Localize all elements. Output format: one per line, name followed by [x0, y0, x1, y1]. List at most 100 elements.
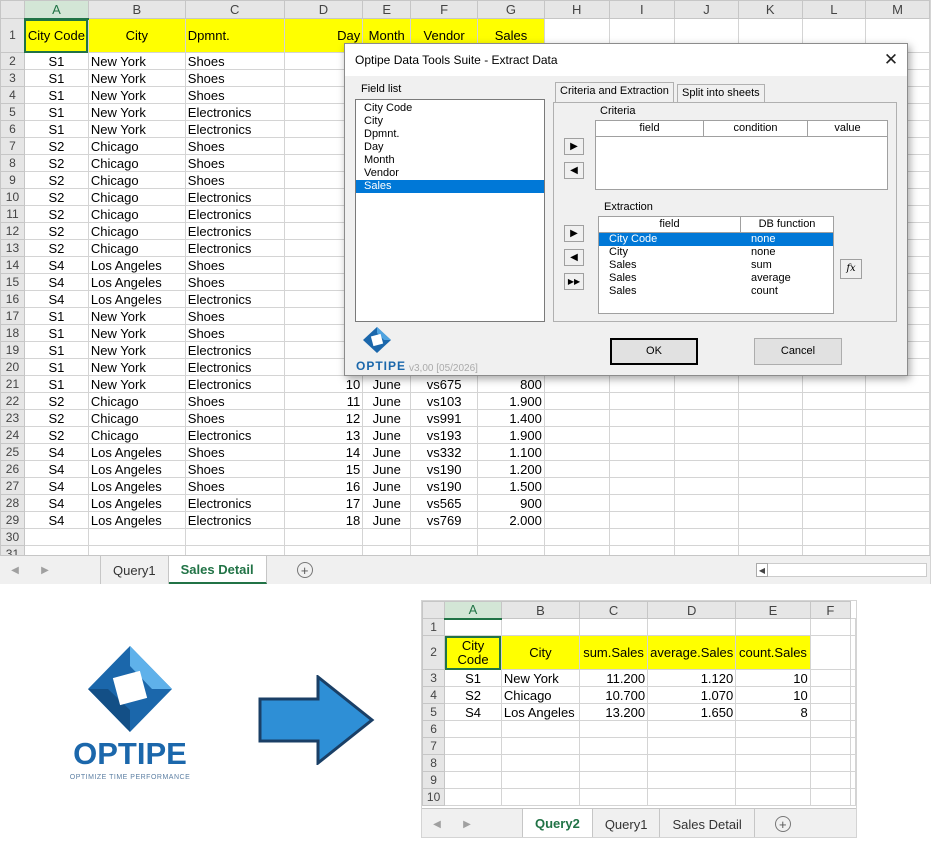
cell[interactable]: Los Angeles [87, 511, 186, 529]
cell[interactable] [801, 375, 867, 393]
cell[interactable] [647, 771, 737, 789]
cell[interactable] [444, 788, 502, 806]
cell[interactable] [674, 477, 739, 495]
cell[interactable]: vs190 [410, 477, 479, 495]
cell[interactable] [809, 771, 852, 789]
cell[interactable] [674, 494, 739, 512]
extraction-row[interactable]: City none [599, 246, 833, 259]
cell[interactable]: S1 [23, 69, 89, 87]
cell[interactable] [737, 443, 803, 461]
cell[interactable] [543, 375, 610, 393]
cell[interactable] [865, 443, 930, 461]
cell[interactable] [674, 375, 739, 393]
cell[interactable] [737, 392, 803, 410]
cell[interactable] [850, 686, 856, 704]
cell[interactable] [737, 426, 803, 444]
cell[interactable]: Los Angeles [87, 494, 186, 512]
header-cell[interactable]: City Code [23, 18, 89, 53]
cell[interactable]: S2 [23, 426, 89, 444]
cell[interactable]: Shoes [184, 477, 285, 495]
cell[interactable]: S4 [23, 273, 89, 291]
cell[interactable] [578, 788, 649, 806]
tab-split-into-sheets[interactable]: Split into sheets [677, 84, 765, 102]
cell[interactable] [410, 528, 479, 546]
field-list-item[interactable]: City [356, 115, 544, 128]
criteria-table[interactable]: field condition value [595, 120, 888, 190]
cell[interactable]: S1 [23, 358, 89, 376]
cell[interactable] [674, 443, 739, 461]
column-header[interactable]: B [500, 601, 581, 619]
row-number[interactable]: 30 [0, 528, 25, 546]
cell[interactable]: Electronics [184, 290, 285, 308]
column-header[interactable]: H [543, 0, 610, 19]
cell[interactable]: Chicago [87, 239, 186, 257]
row-number[interactable]: 22 [0, 392, 25, 410]
cell[interactable]: Shoes [184, 69, 285, 87]
cell[interactable] [578, 754, 649, 772]
cell[interactable] [608, 460, 676, 478]
row-number[interactable]: 6 [0, 120, 25, 138]
tab-scroll-right-icon[interactable]: ▶ [452, 809, 482, 837]
cell[interactable] [444, 754, 502, 772]
row-number[interactable]: 3 [0, 69, 25, 87]
cell[interactable] [647, 720, 737, 738]
header-cell[interactable]: count.Sales [735, 635, 811, 670]
tab-query2[interactable]: Query2 [522, 809, 593, 837]
row-number[interactable]: 14 [0, 256, 25, 274]
cell[interactable] [737, 409, 803, 427]
cell[interactable] [809, 686, 852, 704]
row-number[interactable]: 2 [0, 52, 25, 70]
cell[interactable]: Electronics [184, 494, 285, 512]
row-number[interactable]: 24 [0, 426, 25, 444]
cell[interactable]: Shoes [184, 307, 285, 325]
cell[interactable] [809, 669, 852, 687]
cell[interactable]: vs769 [410, 511, 479, 529]
cell[interactable]: 10 [735, 669, 811, 687]
cell[interactable]: June [362, 426, 412, 444]
cell[interactable]: Shoes [184, 154, 285, 172]
cell[interactable]: Chicago [87, 188, 186, 206]
column-header[interactable]: D [647, 601, 737, 619]
cell[interactable]: S1 [23, 86, 89, 104]
select-all-corner[interactable] [0, 0, 25, 19]
cell[interactable] [865, 477, 930, 495]
cell[interactable]: Shoes [184, 86, 285, 104]
row-number[interactable]: 21 [0, 375, 25, 393]
cell[interactable] [737, 477, 803, 495]
row-number[interactable]: 10 [422, 788, 446, 806]
cell[interactable]: S2 [23, 239, 89, 257]
cell[interactable]: 18 [283, 511, 364, 529]
cell[interactable] [735, 737, 811, 755]
cell[interactable] [608, 477, 676, 495]
cell[interactable] [543, 409, 610, 427]
row-number[interactable]: 5 [0, 103, 25, 121]
remove-criteria-button[interactable]: ◀ [564, 162, 584, 179]
cell[interactable]: Chicago [87, 205, 186, 223]
cell[interactable]: New York [500, 669, 581, 687]
cell[interactable]: 1.500 [477, 477, 545, 495]
cell[interactable] [23, 528, 89, 546]
row-number[interactable]: 8 [422, 754, 446, 772]
cell[interactable] [801, 443, 867, 461]
cell[interactable]: New York [87, 358, 186, 376]
cancel-button[interactable]: Cancel [754, 338, 842, 365]
column-header[interactable]: A [444, 601, 502, 620]
cell[interactable] [500, 771, 581, 789]
cell[interactable]: Shoes [184, 460, 285, 478]
cell[interactable] [865, 426, 930, 444]
cell[interactable]: S4 [23, 256, 89, 274]
cell[interactable]: Los Angeles [87, 443, 186, 461]
cell[interactable] [500, 618, 581, 636]
cell[interactable]: New York [87, 86, 186, 104]
cell[interactable]: 17 [283, 494, 364, 512]
cell[interactable]: Chicago [87, 137, 186, 155]
cell[interactable]: Chicago [87, 392, 186, 410]
cell[interactable] [735, 618, 811, 636]
cell[interactable]: S1 [23, 103, 89, 121]
cell[interactable] [735, 720, 811, 738]
cell[interactable] [500, 754, 581, 772]
cell[interactable]: New York [87, 120, 186, 138]
select-all-corner[interactable] [422, 601, 446, 619]
cell[interactable]: S1 [23, 324, 89, 342]
tab-query1[interactable]: Query1 [593, 809, 661, 837]
